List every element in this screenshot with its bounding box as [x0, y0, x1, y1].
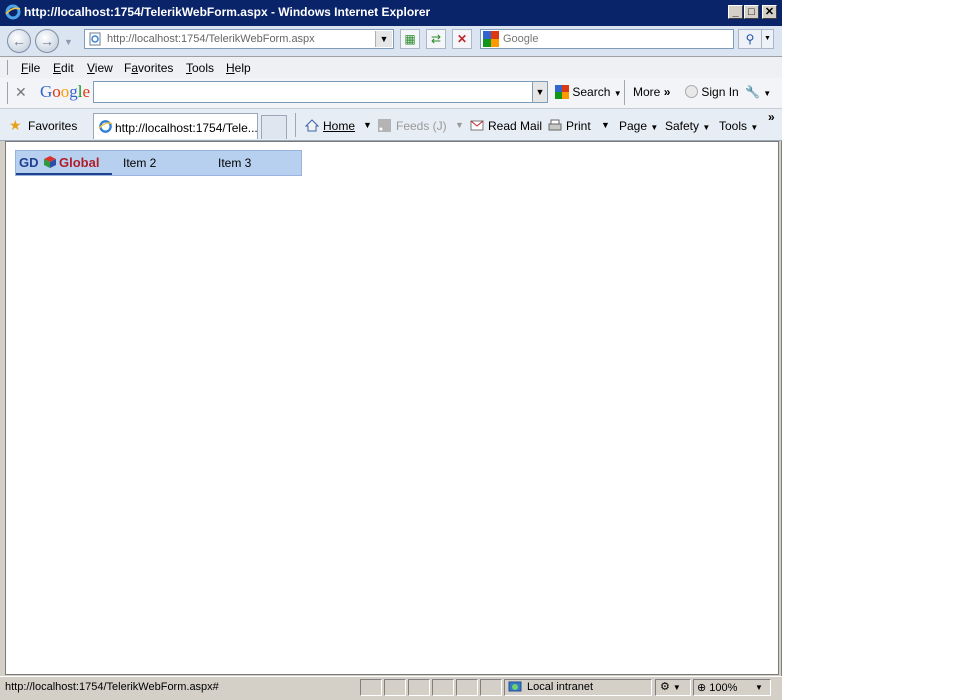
protected-mode-icon[interactable]: ⚙ ▼ [660, 680, 681, 693]
zoom-dropdown-icon[interactable]: ▼ [755, 683, 763, 692]
feeds-button[interactable]: Feeds (J) [378, 119, 447, 133]
printer-icon [548, 119, 562, 131]
new-tab-button[interactable] [261, 115, 287, 139]
toolbar-separator [624, 80, 625, 105]
tools-menu-button[interactable]: Tools ▼ [719, 119, 758, 133]
menu-edit[interactable]: Edit [53, 61, 74, 75]
status-panel [480, 679, 502, 696]
refresh-button[interactable]: ⇄ [426, 29, 446, 49]
tab-active[interactable]: http://localhost:1754/Tele... [93, 113, 258, 139]
google-toolbar: ✕ Google ▼ Search ▼ More » Sign In 🔧 ▼ [0, 78, 782, 109]
telerik-menu: GD Global Item 2 Item 3 [15, 150, 302, 176]
address-toolbar: ← → ▼ http://localhost:1754/TelerikWebFo… [0, 26, 782, 57]
address-dropdown-icon[interactable]: ▼ [375, 31, 392, 47]
recent-pages-dropdown-icon[interactable]: ▼ [64, 37, 73, 47]
maximize-button[interactable]: □ [744, 5, 759, 19]
zoom-level[interactable]: ⊕ 100% [697, 681, 737, 694]
forward-arrow-icon: → [40, 33, 54, 49]
google-logo: Google [40, 82, 91, 101]
page-viewport: GD Global Item 2 Item 3 [5, 141, 779, 675]
google-search-input[interactable] [93, 81, 533, 103]
favorites-button[interactable]: Favorites [28, 119, 77, 133]
search-options-dropdown-icon[interactable]: ▼ [762, 29, 774, 49]
forward-button[interactable]: → [35, 29, 59, 53]
status-panel [384, 679, 406, 696]
menu-item-3[interactable]: Item 3 [218, 156, 251, 170]
status-panel [408, 679, 430, 696]
menu-file[interactable]: File [21, 61, 40, 75]
logo-global-text: Global [59, 155, 100, 170]
window-title: http://localhost:1754/TelerikWebForm.asp… [24, 5, 431, 19]
status-bar: http://localhost:1754/TelerikWebForm.asp… [0, 676, 782, 700]
google-g-icon [555, 85, 569, 99]
title-bar: http://localhost:1754/TelerikWebForm.asp… [0, 0, 782, 26]
print-dropdown-icon[interactable]: ▼ [601, 120, 610, 130]
favorites-bar: ★ Favorites http://localhost:1754/Tele..… [0, 109, 782, 141]
page-menu-button[interactable]: Page ▼ [619, 119, 658, 133]
more-button[interactable]: More » [633, 85, 670, 99]
status-panel [456, 679, 478, 696]
wrench-settings-icon[interactable]: 🔧 ▼ [745, 85, 771, 99]
logo-gd-text: GD [19, 155, 39, 170]
local-intranet-icon [508, 681, 522, 692]
toolbar-grip [7, 60, 10, 75]
ie-logo-icon [5, 4, 21, 20]
tab-title: http://localhost:1754/Tele... [115, 121, 258, 135]
menu-item-logo[interactable]: GD Global [16, 151, 112, 175]
menu-item-2[interactable]: Item 2 [123, 156, 156, 170]
minimize-button[interactable]: _ [728, 5, 743, 19]
browser-window: http://localhost:1754/TelerikWebForm.asp… [0, 0, 782, 700]
address-url: http://localhost:1754/TelerikWebForm.asp… [107, 33, 315, 45]
feeds-dropdown-icon[interactable]: ▼ [455, 120, 464, 130]
menu-bar: File Edit View Favorites Tools Help [0, 57, 782, 79]
sign-in-circle-icon [685, 85, 698, 98]
back-button[interactable]: ← [7, 29, 31, 53]
address-input[interactable]: http://localhost:1754/TelerikWebForm.asp… [84, 29, 394, 49]
page-icon [89, 32, 101, 46]
home-icon [305, 119, 319, 132]
cube-logo-icon [44, 156, 56, 168]
toolbar-grip [7, 82, 10, 104]
menu-view[interactable]: View [87, 61, 113, 75]
google-search-provider-icon [483, 31, 499, 47]
feed-icon [378, 119, 391, 132]
toolbar-separator [295, 113, 296, 137]
search-placeholder: Google [503, 33, 539, 45]
back-arrow-icon: ← [12, 33, 26, 49]
compatibility-view-button[interactable]: ▦ [400, 29, 420, 49]
security-zone: Local intranet [527, 681, 594, 693]
status-panel [360, 679, 382, 696]
home-dropdown-icon[interactable]: ▼ [363, 120, 372, 130]
home-button[interactable]: Home [305, 119, 355, 133]
favorites-star-icon[interactable]: ★ [9, 117, 22, 134]
menu-tools[interactable]: Tools [186, 61, 214, 75]
stop-button[interactable]: ✕ [452, 29, 472, 49]
search-input[interactable]: Google [480, 29, 734, 49]
google-search-button[interactable]: Search ▼ [555, 85, 622, 99]
search-go-button[interactable]: ⚲ [738, 29, 762, 49]
sign-in-button[interactable]: Sign In [685, 85, 739, 99]
menu-favorites[interactable]: Favorites [124, 61, 173, 75]
google-search-dropdown-icon[interactable]: ▼ [533, 81, 548, 103]
overflow-chevron-icon[interactable]: » [768, 110, 775, 124]
close-toolbar-icon[interactable]: ✕ [15, 84, 27, 101]
safety-menu-button[interactable]: Safety ▼ [665, 119, 710, 133]
print-button[interactable]: Print [548, 119, 591, 133]
menu-help[interactable]: Help [226, 61, 251, 75]
status-panel [432, 679, 454, 696]
status-url: http://localhost:1754/TelerikWebForm.asp… [5, 681, 219, 693]
mail-icon [470, 120, 484, 131]
ie-tab-icon [98, 120, 113, 133]
close-button[interactable]: ✕ [762, 5, 777, 19]
read-mail-button[interactable]: Read Mail [470, 119, 542, 133]
